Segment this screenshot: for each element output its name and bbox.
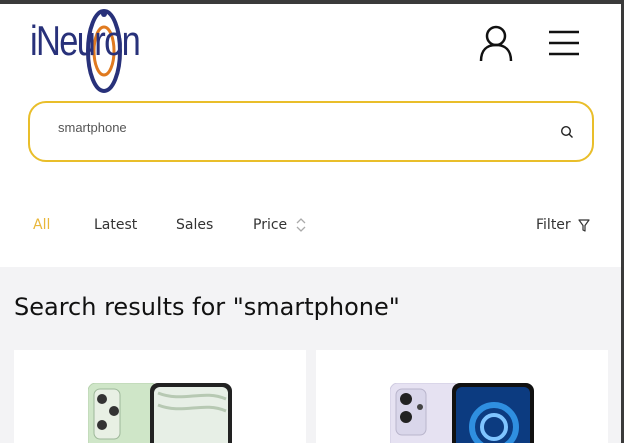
tab-sales[interactable]: Sales	[176, 217, 213, 233]
sort-tabs: All Latest Sales Price Filter	[0, 205, 621, 245]
tab-price-label: Price	[253, 217, 288, 233]
search-icon[interactable]	[560, 125, 574, 139]
search-box	[28, 101, 594, 162]
filter-label: Filter	[536, 217, 571, 233]
tab-all[interactable]: All	[33, 217, 50, 233]
product-card[interactable]	[316, 350, 608, 443]
header: iNeuron	[0, 4, 621, 96]
funnel-icon	[578, 218, 590, 232]
tab-latest[interactable]: Latest	[94, 217, 137, 233]
ineuron-logo[interactable]: iNeuron	[30, 8, 141, 94]
product-image	[390, 383, 534, 443]
hamburger-menu-icon[interactable]	[548, 28, 580, 58]
search-input[interactable]	[58, 117, 538, 137]
results-section: Search results for "smartphone"	[0, 267, 621, 443]
tab-price[interactable]: Price	[253, 217, 306, 233]
results-title: Search results for "smartphone"	[14, 293, 400, 321]
filter-button[interactable]: Filter	[536, 217, 590, 233]
product-image	[88, 383, 232, 443]
product-card[interactable]	[14, 350, 306, 443]
logo-wordmark: iNeuron	[30, 17, 141, 64]
user-icon[interactable]	[478, 24, 514, 62]
sort-icon	[296, 218, 306, 232]
